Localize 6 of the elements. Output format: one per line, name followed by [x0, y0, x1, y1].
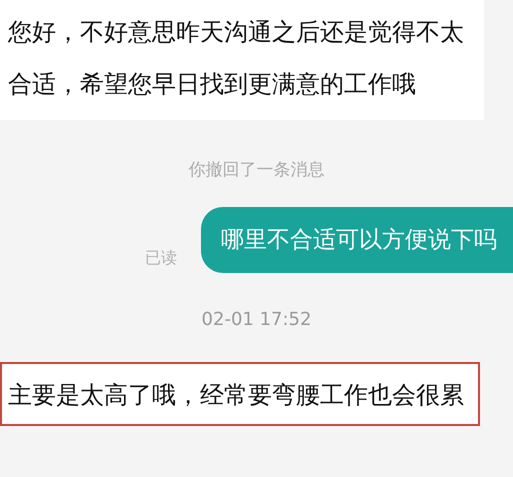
- message-bubble: 您好，不好意思昨天沟通之后还是觉得不太合适，希望您早日找到更满意的工作哦: [0, 0, 484, 120]
- read-receipt: 已读: [145, 248, 177, 269]
- recall-notice: 你撤回了一条消息: [188, 159, 324, 181]
- timestamp: 02-01 17:52: [202, 309, 312, 330]
- message-bubble: 主要是太高了哦，经常要弯腰工作也会很累: [0, 362, 480, 426]
- message-bubble: 哪里不合适可以方便说下吗: [201, 207, 513, 273]
